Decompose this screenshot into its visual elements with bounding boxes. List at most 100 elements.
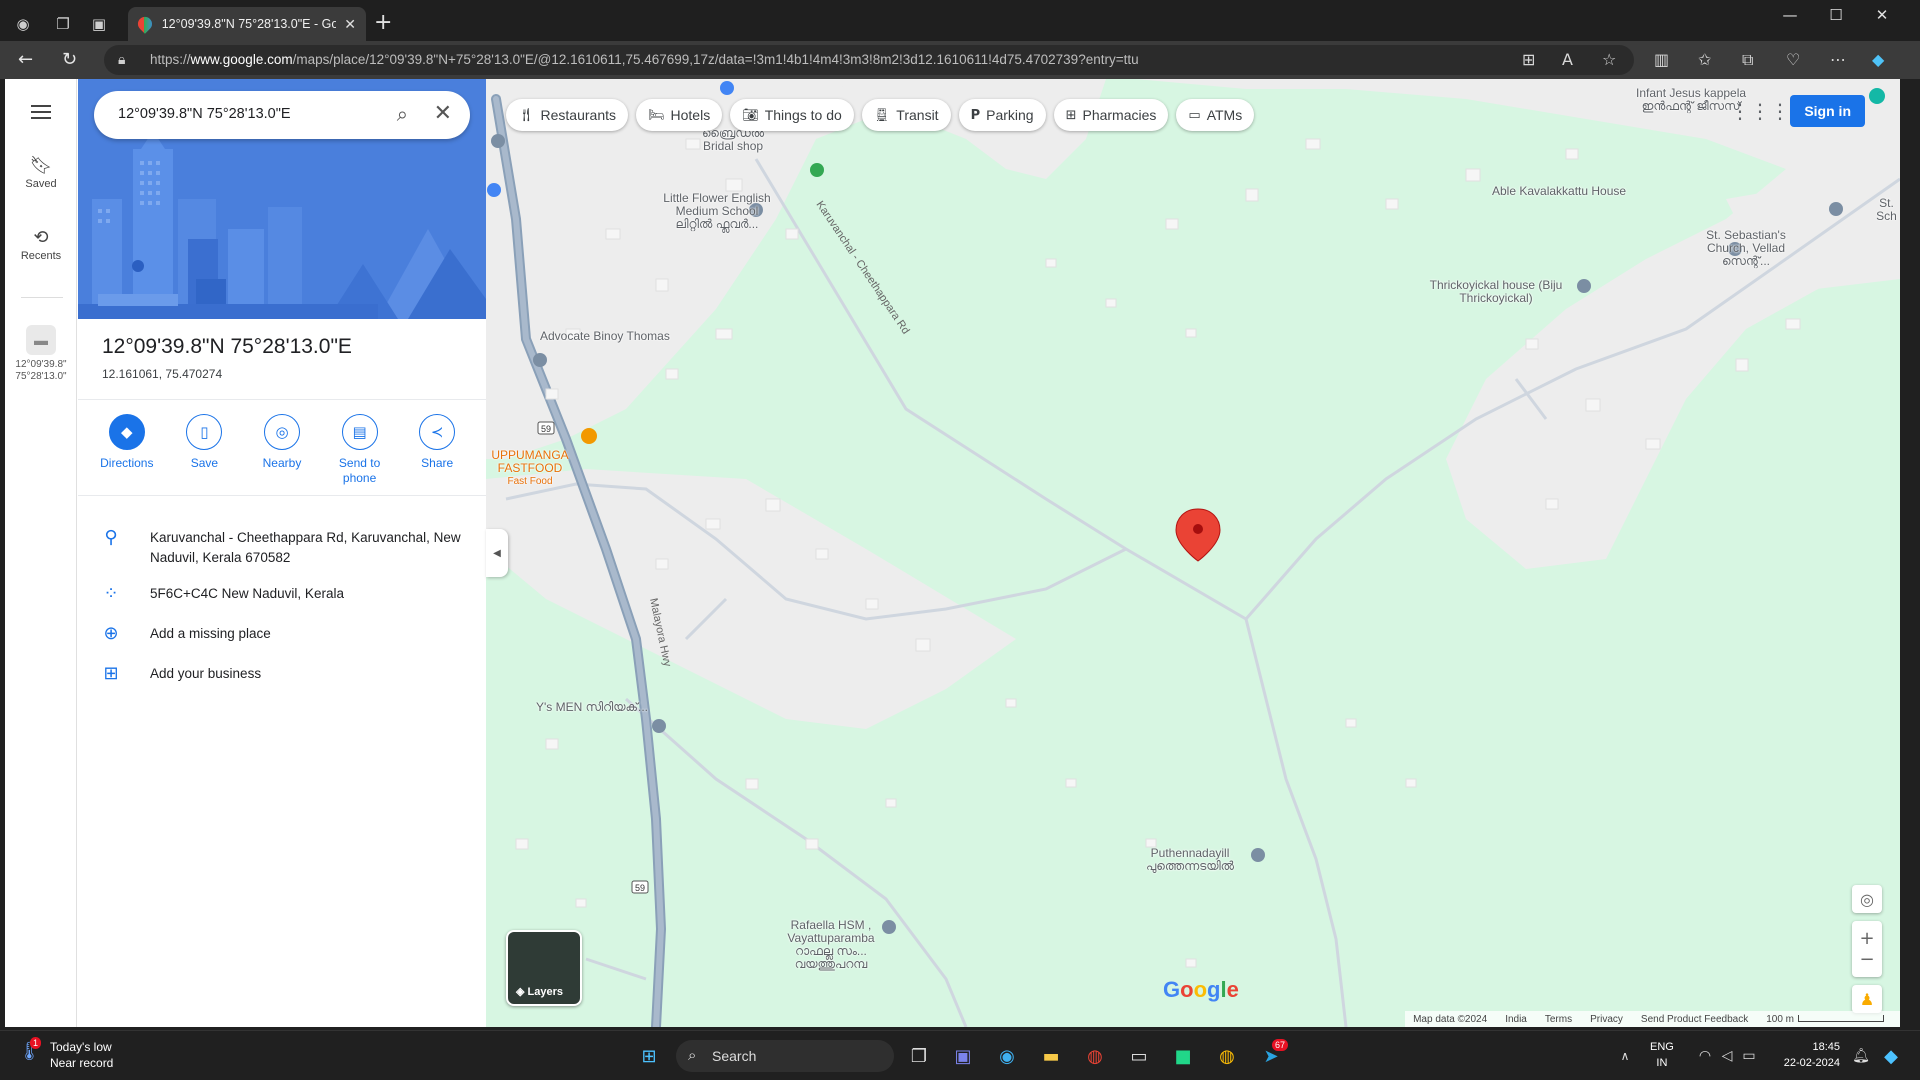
recents-button[interactable]: ⟲ Recents <box>5 227 77 262</box>
pycharm-icon[interactable]: ■ <box>1168 1041 1198 1071</box>
refresh-icon[interactable]: ↻ <box>62 49 77 70</box>
taskbar-search[interactable]: ⌕ Search <box>676 1040 894 1072</box>
minimize-icon[interactable]: — <box>1770 6 1810 24</box>
recent-place-button[interactable]: ▬ 12°09'39.8" 75°28'13.0" <box>5 325 77 383</box>
chip-parking[interactable]: P Parking <box>958 99 1046 131</box>
built-up-areas <box>486 79 1900 729</box>
maximize-icon[interactable]: ☐ <box>1816 6 1856 24</box>
label-able-house[interactable]: Able Kavalakkattu House <box>1492 185 1626 198</box>
chip-things-to-do[interactable]: 📷︎ Things to do <box>730 99 854 131</box>
label-rafaella[interactable]: Rafaella HSM , Vayattuparamba റാഫല്ല സം..… <box>776 919 886 971</box>
browser-essentials-icon[interactable]: ♡ <box>1786 50 1800 69</box>
split-screen-icon[interactable]: ▥ <box>1654 50 1669 69</box>
label-uppumanga[interactable]: UPPUMANGA FASTFOOD Fast Food <box>488 449 572 488</box>
task-view-icon[interactable]: ❐ <box>904 1041 934 1071</box>
back-icon[interactable]: ← <box>18 49 33 70</box>
address-bar: ← ↻ 🔒︎ https://www.google.com/maps/place… <box>0 41 1920 79</box>
chip-transit[interactable]: 🚆︎ Transit <box>861 99 951 131</box>
active-tab[interactable]: 12°09'39.8"N 75°28'13.0"E - Google Maps … <box>128 7 366 41</box>
route-59-label: 59 <box>541 424 551 434</box>
label-puthennadayil[interactable]: Puthennadayill പുത്തെന്നടയിൽ <box>1146 847 1234 873</box>
chrome-profile-icon[interactable]: ◍ <box>1212 1041 1242 1071</box>
teams-icon[interactable]: ▣ <box>948 1041 978 1071</box>
send-to-phone-button[interactable]: ▤ Send to phone <box>325 414 395 486</box>
lock-icon[interactable]: 🔒︎ <box>118 51 125 68</box>
search-input[interactable]: 12°09'39.8"N 75°28'13.0"E <box>118 106 291 122</box>
chevron-up-icon[interactable]: ∧ <box>1610 1041 1640 1071</box>
map-canvas[interactable]: 59 59 Karuvanchal - Cheethappara Rd Mala… <box>486 79 1900 1027</box>
nearby-button[interactable]: ◎ Nearby <box>247 414 317 486</box>
directions-icon: ◆ <box>108 414 145 450</box>
label-st-sebastian[interactable]: St. Sebastian's Church, Vellad സെന്റ്... <box>1686 229 1806 268</box>
sign-in-button[interactable]: Sign in <box>1790 95 1865 127</box>
label-st-sch[interactable]: St. Sch <box>1873 197 1900 223</box>
address-text: Karuvanchal - Cheethappara Rd, Karuvanch… <box>150 530 461 565</box>
clear-search-icon[interactable]: ✕ <box>434 101 452 126</box>
layers-label: ◈ Layers <box>516 986 563 998</box>
hero-illustration: 12°09'39.8"N 75°28'13.0"E ⌕ ✕ <box>78 79 486 319</box>
close-window-icon[interactable]: ✕ <box>1862 6 1902 24</box>
train-icon: 🚆︎ <box>873 107 891 123</box>
close-tab-icon[interactable]: ✕ <box>344 16 356 33</box>
url-field[interactable]: 🔒︎ https://www.google.com/maps/place/12°… <box>104 45 1634 75</box>
feedback-link[interactable]: Send Product Feedback <box>1641 1014 1748 1025</box>
read-aloud-icon[interactable]: A <box>1562 50 1573 69</box>
collections-icon[interactable]: ⧉ <box>1742 50 1753 70</box>
plus-code-text: 5F6C+C4C New Naduvil, Kerala <box>150 586 344 601</box>
send-to-phone-label: Send to phone <box>338 456 381 485</box>
menu-icon[interactable] <box>31 105 51 123</box>
app-available-icon[interactable]: ⊞ <box>1522 50 1535 69</box>
maps-favicon-icon <box>135 14 155 34</box>
saved-button[interactable]: 🔖︎ Saved <box>5 155 77 190</box>
india-link[interactable]: India <box>1505 1014 1527 1025</box>
layers-button[interactable]: ◈ Layers <box>506 930 582 1006</box>
collapse-panel-button[interactable]: ◀ <box>486 529 508 577</box>
more-menu-icon[interactable]: ⋯ <box>1830 50 1846 69</box>
new-tab-icon[interactable]: + <box>374 10 392 35</box>
weather-badge: 1 <box>30 1037 42 1049</box>
search-icon: ⌕ <box>688 1046 697 1064</box>
tab-actions-icon[interactable]: ▣ <box>86 11 112 37</box>
language-indicator[interactable]: ENG IN <box>1650 1039 1674 1071</box>
label-advocate[interactable]: Advocate Binoy Thomas <box>540 330 670 343</box>
label-little-flower[interactable]: Little Flower English Medium School ലിറ്റ… <box>652 192 782 231</box>
profile-icon[interactable]: ◉ <box>10 11 36 37</box>
zoom-out-icon[interactable]: − <box>1859 949 1874 970</box>
terminal-icon[interactable]: ▭ <box>1124 1041 1154 1071</box>
directions-label: Directions <box>100 456 154 470</box>
start-icon[interactable]: ⊞ <box>634 1041 664 1071</box>
clock[interactable]: 18:45 22-02-2024 <box>1770 1039 1840 1071</box>
zoom-in-icon[interactable]: + <box>1859 928 1874 949</box>
atm-icon: ▭ <box>1188 107 1201 123</box>
label-thrickoyickal[interactable]: Thrickoyickal house (Biju Thrickoyickal) <box>1426 279 1566 305</box>
search-box[interactable]: 12°09'39.8"N 75°28'13.0"E ⌕ ✕ <box>94 91 470 139</box>
share-button[interactable]: ≺ Share <box>402 414 472 486</box>
my-location-icon[interactable]: ◎ <box>1852 885 1882 913</box>
battery-icon[interactable]: ▭ <box>1734 1041 1764 1071</box>
chrome-icon[interactable]: ◍ <box>1080 1041 1110 1071</box>
workspaces-icon[interactable]: ❐ <box>50 11 76 37</box>
privacy-link[interactable]: Privacy <box>1590 1014 1623 1025</box>
map-scale[interactable]: 100 m <box>1766 1014 1884 1025</box>
notification-bell-icon[interactable]: 🔔︎ <box>1846 1041 1876 1071</box>
chip-restaurants[interactable]: 🍴︎ Restaurants <box>506 99 628 131</box>
favorite-star-icon[interactable]: ☆ <box>1602 50 1616 69</box>
favorites-icon[interactable]: ✩ <box>1698 50 1711 69</box>
chip-atms[interactable]: ▭ ATMs <box>1176 99 1255 131</box>
copilot-icon[interactable]: ◆ <box>1872 50 1884 69</box>
tab-title: 12°09'39.8"N 75°28'13.0"E - Google Maps <box>161 17 337 31</box>
chip-hotels[interactable]: 🛏︎ Hotels <box>636 99 723 131</box>
terms-link[interactable]: Terms <box>1545 1014 1572 1025</box>
copilot-taskbar-icon[interactable]: ◆ <box>1876 1041 1906 1071</box>
file-explorer-icon[interactable]: ▬ <box>1036 1041 1066 1071</box>
telegram-badge: 67 <box>1272 1039 1289 1051</box>
edge-icon[interactable]: ◉ <box>992 1041 1022 1071</box>
save-button[interactable]: ▯ Save <box>169 414 239 486</box>
chip-pharmacies[interactable]: ⊞ Pharmacies <box>1053 99 1169 131</box>
directions-button[interactable]: ◆ Directions <box>92 414 162 486</box>
search-icon[interactable]: ⌕ <box>397 102 408 126</box>
windows-taskbar: 🌡︎ 1 Today's low Near record ⊞ ⌕ Search ❐… <box>0 1030 1920 1080</box>
google-apps-icon[interactable]: ⋮⋮⋮ <box>1730 99 1790 123</box>
label-ys-men[interactable]: Y's MEN സിറിയക്... <box>536 701 648 714</box>
pegman-icon[interactable]: ♟ <box>1852 985 1882 1013</box>
